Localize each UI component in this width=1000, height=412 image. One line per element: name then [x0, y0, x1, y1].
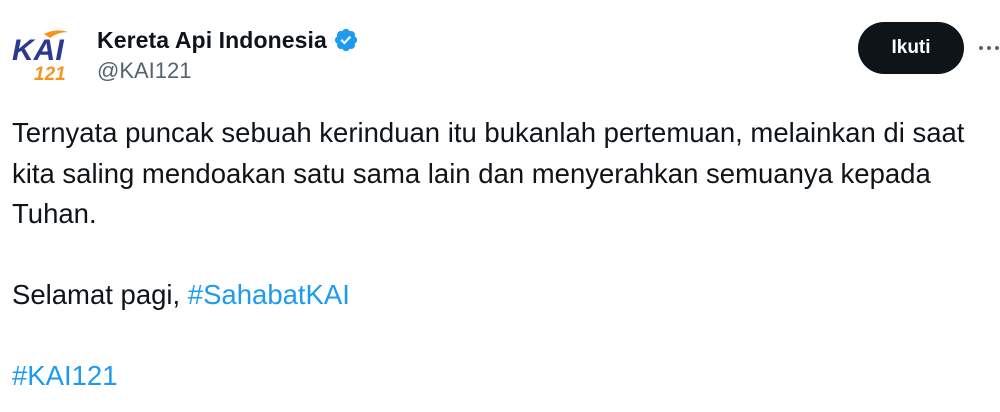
account-names: Kereta Api Indonesia @KAI121	[97, 24, 359, 84]
kai-logo-avatar[interactable]: KAI 121	[10, 28, 76, 85]
hashtag-kai121[interactable]: #KAI121	[12, 360, 118, 391]
hashtag-sahabatkai[interactable]: #SahabatKAI	[188, 279, 350, 310]
tweet-header: KAI 121 Kereta Api Indonesia @KAI121 Iku…	[0, 0, 1000, 100]
display-name[interactable]: Kereta Api Indonesia	[97, 27, 327, 54]
display-name-row: Kereta Api Indonesia	[97, 24, 359, 56]
greeting-paragraph: Selamat pagi, #SahabatKAI	[12, 275, 987, 316]
verified-badge-icon	[334, 28, 358, 52]
tweet-text: Ternyata puncak sebuah kerinduan itu buk…	[12, 113, 987, 397]
tweet-paragraph: Ternyata puncak sebuah kerinduan itu buk…	[12, 117, 965, 229]
more-options-button[interactable]	[978, 38, 1000, 58]
follow-button[interactable]: Ikuti	[858, 22, 964, 74]
account-handle[interactable]: @KAI121	[97, 58, 359, 84]
logo-text: KAI	[12, 34, 64, 67]
kai-logo-icon: KAI 121	[12, 30, 68, 85]
greeting-text: Selamat pagi,	[12, 279, 188, 310]
hashtag-paragraph: #KAI121	[12, 356, 987, 397]
logo-subtext: 121	[34, 64, 66, 84]
more-horizontal-icon	[979, 46, 999, 50]
